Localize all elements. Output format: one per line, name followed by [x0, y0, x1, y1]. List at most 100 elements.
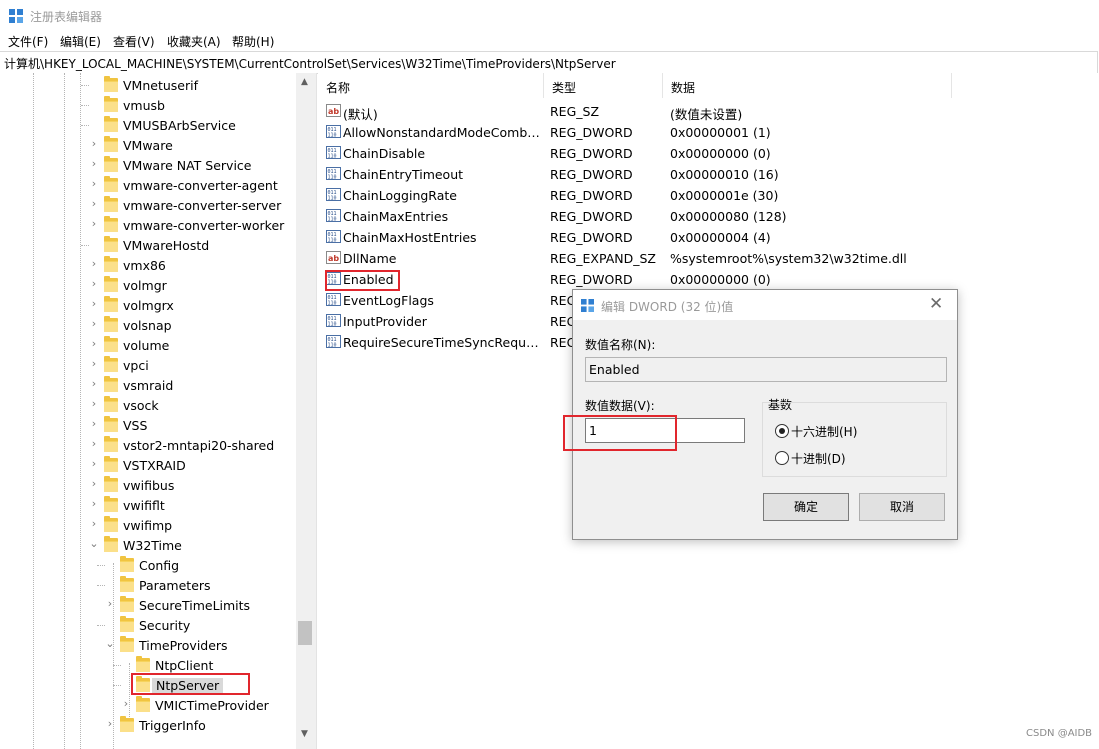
- chevron-right-icon[interactable]: ›: [89, 378, 99, 389]
- list-item[interactable]: 011 110 ChainDisable REG_DWORD 0x00000000 (0…: [318, 142, 1099, 163]
- list-item[interactable]: 011 110 ChainEntryTimeout REG_DWORD 0x000000…: [318, 163, 1099, 184]
- tree-item[interactable]: › vwifibus: [0, 475, 296, 495]
- chevron-right-icon[interactable]: ›: [89, 218, 99, 229]
- tree-item[interactable]: VMwareHostd: [0, 235, 296, 255]
- svg-text:110: 110: [328, 217, 337, 223]
- chevron-right-icon[interactable]: ›: [89, 278, 99, 289]
- folder-icon: [104, 176, 118, 192]
- tree-item[interactable]: › volume: [0, 335, 296, 355]
- tree-item-label: NtpClient: [155, 658, 214, 673]
- tree-item[interactable]: VMUSBArbService: [0, 115, 296, 135]
- menu-edit[interactable]: 编辑(E): [60, 33, 101, 50]
- tree-item[interactable]: › vwifimp: [0, 515, 296, 535]
- chevron-right-icon[interactable]: ›: [89, 298, 99, 309]
- chevron-right-icon[interactable]: ›: [89, 418, 99, 429]
- list-item[interactable]: ab (默认) REG_SZ (数值未设置): [318, 100, 1099, 122]
- folder-icon: [136, 696, 150, 712]
- chevron-right-icon[interactable]: ›: [89, 158, 99, 169]
- binary-value-icon: 011 110: [326, 313, 341, 328]
- chevron-down-icon[interactable]: ⌄: [89, 538, 99, 549]
- menu-view[interactable]: 查看(V): [113, 33, 155, 50]
- value-data: 0x00000004 (4): [670, 230, 771, 245]
- column-data[interactable]: 数据: [663, 73, 952, 98]
- tree-item[interactable]: VMnetuserif: [0, 75, 296, 95]
- chevron-right-icon[interactable]: ›: [89, 318, 99, 329]
- tree-item[interactable]: Security: [0, 615, 296, 635]
- chevron-right-icon[interactable]: ›: [89, 398, 99, 409]
- tree-item[interactable]: › volsnap: [0, 315, 296, 335]
- list-item[interactable]: 011 110 AllowNonstandardModeCombin... REG_D…: [318, 121, 1099, 142]
- tree-item[interactable]: › vmware-converter-server: [0, 195, 296, 215]
- tree-item[interactable]: › volmgr: [0, 275, 296, 295]
- list-item[interactable]: 011 110 ChainMaxHostEntries REG_DWORD 0x0000…: [318, 226, 1099, 247]
- chevron-right-icon[interactable]: ›: [89, 338, 99, 349]
- close-icon[interactable]: ✕: [929, 294, 943, 314]
- radio-hex[interactable]: [775, 424, 789, 438]
- tree-item[interactable]: Parameters: [0, 575, 296, 595]
- radio-dec[interactable]: [775, 451, 789, 465]
- list-item[interactable]: 011 110 Enabled REG_DWORD 0x00000000 (0): [318, 268, 1099, 289]
- tree-item[interactable]: › VMware: [0, 135, 296, 155]
- tree-item[interactable]: › volmgrx: [0, 295, 296, 315]
- chevron-right-icon[interactable]: ›: [105, 718, 115, 729]
- chevron-right-icon[interactable]: ›: [89, 358, 99, 369]
- tree-item[interactable]: › vsmraid: [0, 375, 296, 395]
- chevron-right-icon[interactable]: ›: [89, 478, 99, 489]
- tree-item[interactable]: › vstor2-mntapi20-shared: [0, 435, 296, 455]
- chevron-right-icon[interactable]: ›: [89, 518, 99, 529]
- radio-hex-label[interactable]: 十六进制(H): [791, 423, 857, 440]
- tree-item[interactable]: › vwififlt: [0, 495, 296, 515]
- chevron-right-icon[interactable]: ›: [89, 458, 99, 469]
- chevron-right-icon[interactable]: ›: [121, 698, 131, 709]
- tree-item[interactable]: NtpClient: [0, 655, 296, 675]
- scroll-up-icon[interactable]: ▲: [301, 77, 308, 87]
- chevron-right-icon[interactable]: ›: [89, 178, 99, 189]
- chevron-right-icon[interactable]: ›: [89, 438, 99, 449]
- tree-item[interactable]: › vmx86: [0, 255, 296, 275]
- list-item[interactable]: 011 110 ChainLoggingRate REG_DWORD 0x0000001…: [318, 184, 1099, 205]
- tree-item[interactable]: ⌄ TimeProviders: [0, 635, 296, 655]
- menu-help[interactable]: 帮助(H): [232, 33, 274, 50]
- scroll-thumb[interactable]: [298, 621, 312, 645]
- tree-item[interactable]: › VSS: [0, 415, 296, 435]
- list-item[interactable]: ab DllName REG_EXPAND_SZ %systemroot%\syste…: [318, 247, 1099, 268]
- chevron-right-icon[interactable]: ›: [89, 198, 99, 209]
- tree-item[interactable]: › vpci: [0, 355, 296, 375]
- chevron-right-icon[interactable]: ›: [89, 138, 99, 149]
- tree-connector: [97, 625, 105, 626]
- menu-bar: 文件(F) 编辑(E) 查看(V) 收藏夹(A) 帮助(H): [0, 31, 1099, 51]
- tree-item[interactable]: › TriggerInfo: [0, 715, 296, 735]
- radio-dec-label[interactable]: 十进制(D): [791, 450, 846, 467]
- cancel-button[interactable]: 取消: [859, 493, 945, 521]
- tree-item[interactable]: Config: [0, 555, 296, 575]
- chevron-right-icon[interactable]: ›: [105, 598, 115, 609]
- chevron-right-icon[interactable]: ›: [89, 258, 99, 269]
- scroll-down-icon[interactable]: ▼: [301, 729, 308, 739]
- chevron-right-icon[interactable]: ›: [89, 498, 99, 509]
- menu-favorites[interactable]: 收藏夹(A): [167, 33, 221, 50]
- binary-value-icon: 011 110: [326, 145, 341, 160]
- ok-button[interactable]: 确定: [763, 493, 849, 521]
- folder-icon: [104, 496, 118, 512]
- tree-item[interactable]: › VSTXRAID: [0, 455, 296, 475]
- column-type[interactable]: 类型: [544, 73, 663, 98]
- chevron-down-icon[interactable]: ⌄: [105, 638, 115, 649]
- column-name[interactable]: 名称: [318, 73, 544, 98]
- menu-file[interactable]: 文件(F): [8, 33, 48, 50]
- tree-item[interactable]: › vmware-converter-worker: [0, 215, 296, 235]
- key-tree[interactable]: VMnetuserif vmusb VMUSBArbService › VMware › V…: [0, 73, 317, 749]
- svg-text:110: 110: [328, 343, 337, 349]
- folder-icon: [120, 616, 134, 632]
- tree-item[interactable]: › vsock: [0, 395, 296, 415]
- list-item[interactable]: 011 110 ChainMaxEntries REG_DWORD 0x00000080…: [318, 205, 1099, 226]
- tree-item[interactable]: › SecureTimeLimits: [0, 595, 296, 615]
- folder-icon: [136, 656, 150, 672]
- tree-item[interactable]: ⌄ W32Time: [0, 535, 296, 555]
- highlight-ntpserver: [131, 673, 250, 695]
- tree-item[interactable]: › VMware NAT Service: [0, 155, 296, 175]
- tree-item[interactable]: › VMICTimeProvider: [0, 695, 296, 715]
- tree-item[interactable]: › vmware-converter-agent: [0, 175, 296, 195]
- tree-item[interactable]: vmusb: [0, 95, 296, 115]
- tree-scrollbar[interactable]: ▲ ▼: [296, 73, 316, 749]
- address-bar[interactable]: 计算机\HKEY_LOCAL_MACHINE\SYSTEM\CurrentCon…: [0, 51, 1098, 74]
